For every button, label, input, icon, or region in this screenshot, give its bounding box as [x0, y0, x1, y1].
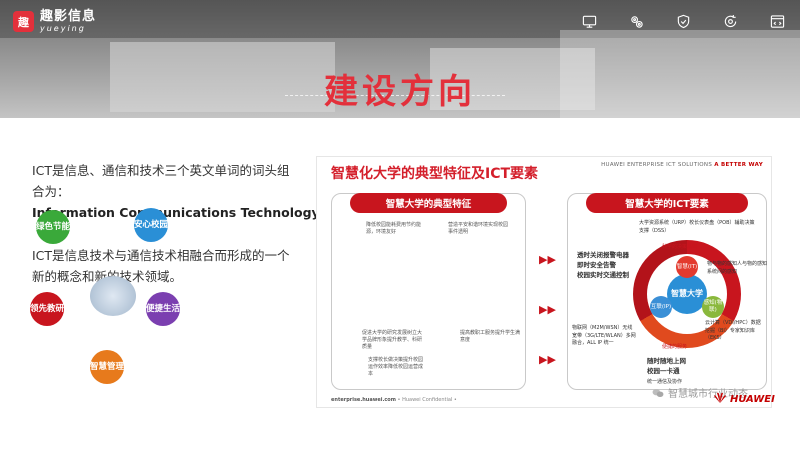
header-toolbar [582, 14, 785, 29]
logo[interactable]: 趣 趣影信息 yueying [13, 10, 96, 33]
note-decision: 大学资源系统（URP）校长仪表盘（POB）辅助决策支撑（DSS） [639, 220, 755, 234]
wechat-icon [652, 388, 664, 397]
note-lb3: 校园实时交通控制 [577, 271, 629, 279]
features-panel-title: 智慧大学的典型特征 [350, 193, 507, 213]
petal-ip: 互联(IP) [650, 296, 672, 318]
note-sensing: 物与物的感知人与物的感知系统间的感知 [707, 261, 768, 275]
monitor-icon[interactable] [582, 14, 597, 29]
note-life: 提高教职工服务提升学生满意度 [460, 330, 521, 343]
huawei-logo-icon [714, 392, 726, 403]
page-title: 建设方向 [324, 72, 476, 112]
core-label: 智慧大学 [667, 274, 707, 314]
note-green: 降低校园能耗费用节约能源，环境友好 [366, 222, 422, 235]
figure-title: 智慧化大学的典型特征及ICT要素 [331, 166, 539, 182]
gear-cluster-icon[interactable] [629, 14, 644, 29]
brand-prefix: HUAWEI ENTERPRISE ICT SOLUTIONS [601, 162, 713, 168]
shield-check-icon[interactable] [676, 14, 691, 29]
arrow-right-icon: ▶▶ [539, 253, 556, 266]
tag-service: 便捷的服务 [662, 344, 688, 350]
note-lb2: 即时安全告警 [577, 261, 616, 269]
brand-suffix: A BETTER WAY [714, 162, 763, 168]
footer-note: • Huawei Confidential • [397, 397, 457, 403]
ict-description: ICT是信息技术与通信技术相融合而形成的一个新的概念和新的技术领域。 [32, 248, 290, 284]
header-banner: 趣 趣影信息 yueying 建设方向 [0, 0, 800, 118]
note-network: 物联网（M2M/WSN）无线宽带（3G/LTE/WLAN）多网融合，ALL IP… [572, 325, 636, 346]
logo-name-en: yueying [40, 24, 86, 33]
flow-arrows: ▶▶ ▶▶ ▶▶ [539, 253, 556, 404]
figure-brand: HUAWEI ENTERPRISE ICT SOLUTIONS A BETTER… [601, 162, 763, 168]
logo-name-cn: 趣影信息 [40, 9, 97, 24]
feature-green: 绿色节能 [36, 210, 70, 244]
petal-it: 智慧(IT) [676, 256, 698, 278]
note-bb2: 校园一卡通 [647, 367, 680, 375]
feature-life: 便捷生活 [146, 292, 180, 326]
ict-panel-title: 智慧大学的ICT要素 [586, 193, 748, 213]
note-cloud: 云计算（VDI/HPC）数据挖掘（BI）专家知识库（EKS） [705, 320, 761, 341]
feature-safe: 安心校园 [134, 208, 168, 242]
tag-decision: 科学的决策系统 [662, 244, 698, 250]
campus-illustration [90, 276, 136, 316]
ict-definition: ICT是信息、通信和技术三个英文单词的词头组合为： [32, 163, 290, 199]
feature-manage: 智慧管理 [90, 350, 124, 384]
huawei-wordmark: HUAWEI [730, 394, 775, 405]
code-window-icon[interactable] [770, 14, 785, 29]
figure-footer: enterprise.huawei.com • Huawei Confident… [331, 397, 457, 403]
note-safe: 营造平安和谐环境实现校园事件透明 [448, 222, 509, 235]
note-manage: 支撑校长做决策提升校园运作效率降低校园运营成本 [368, 357, 424, 377]
logo-text: 趣影信息 yueying [40, 10, 96, 33]
footer-url: enterprise.huawei.com [331, 397, 396, 403]
feature-research: 领先教研 [30, 292, 64, 326]
logo-icon: 趣 [13, 11, 34, 32]
note-lb1: 透时关闭报警电器 [577, 251, 629, 259]
arrow-right-icon: ▶▶ [539, 353, 556, 366]
note-research: 促进大学的研究发展树立大学品牌形象提升教学、科研质量 [362, 330, 423, 350]
petal-iot: 感知(物联) [702, 296, 724, 318]
refresh-gear-icon[interactable] [723, 14, 738, 29]
note-bb1: 随时随地上网 [647, 357, 686, 365]
arrow-right-icon: ▶▶ [539, 303, 556, 316]
